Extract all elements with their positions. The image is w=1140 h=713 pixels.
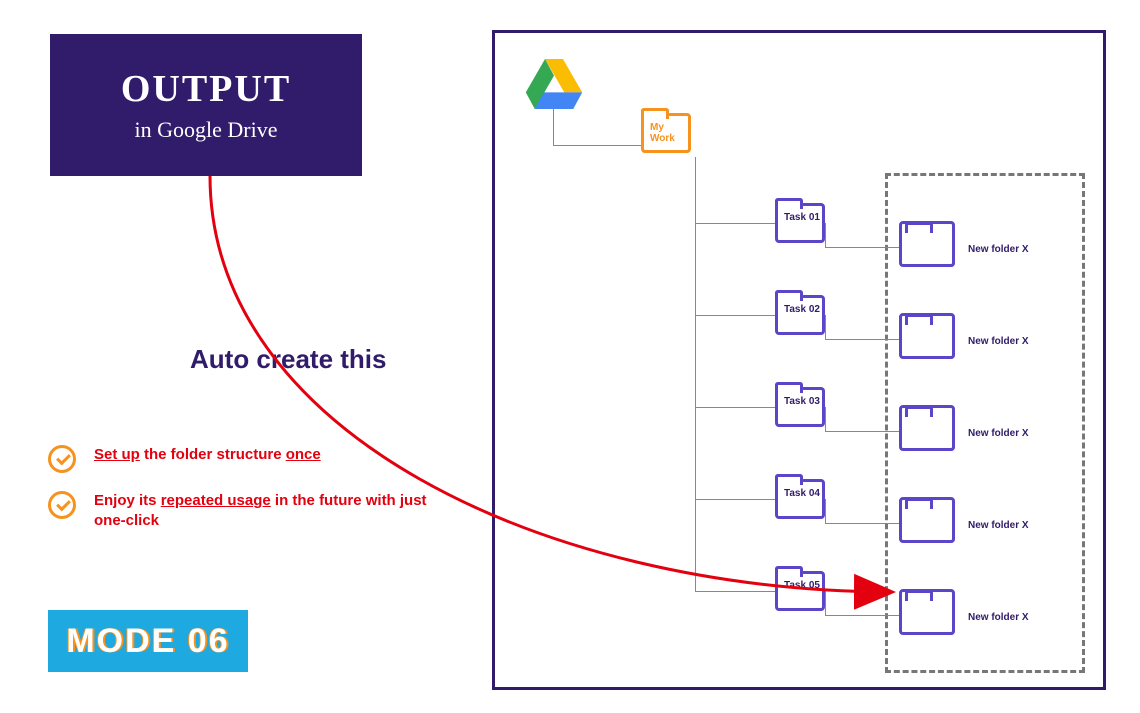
- google-drive-icon: [525, 59, 583, 109]
- new-folder: New folder X: [905, 503, 955, 543]
- task-folder-label: Task 04: [784, 488, 824, 499]
- connector-line: [825, 499, 826, 523]
- connector-line: [695, 499, 775, 500]
- output-subtitle: in Google Drive: [135, 117, 278, 143]
- new-folder-label: New folder X: [968, 244, 1058, 255]
- connector-line: [695, 223, 775, 224]
- check-icon: [48, 491, 76, 519]
- task-folder-label: Task 02: [784, 304, 824, 315]
- connector-line: [825, 615, 905, 616]
- diagram-panel: My Work Task 01 New folder X Task 02 New…: [492, 30, 1106, 690]
- task-folder: Task 01: [775, 203, 825, 243]
- output-title: OUTPUT: [121, 67, 291, 111]
- root-folder: My Work: [641, 113, 691, 153]
- connector-line: [825, 315, 826, 339]
- connector-line: [553, 109, 554, 145]
- connector-line: [825, 247, 905, 248]
- connector-line: [695, 315, 775, 316]
- new-folder: New folder X: [905, 319, 955, 359]
- connector-line: [825, 339, 905, 340]
- output-heading-box: OUTPUT in Google Drive: [50, 34, 362, 176]
- new-folder-label: New folder X: [968, 520, 1058, 531]
- task-folder: Task 02: [775, 295, 825, 335]
- mode-badge: MODE 06: [48, 610, 248, 672]
- bullet-text: Set up the folder structure once: [94, 445, 321, 465]
- bullet-item: Enjoy its repeated usage in the future w…: [48, 491, 458, 532]
- mode-badge-label: MODE 06: [66, 622, 229, 661]
- new-folder: New folder X: [905, 595, 955, 635]
- task-folder: Task 05: [775, 571, 825, 611]
- new-folder-label: New folder X: [968, 612, 1058, 623]
- bullet-item: Set up the folder structure once: [48, 445, 458, 473]
- auto-create-label: Auto create this: [190, 344, 387, 375]
- task-folder-label: Task 03: [784, 396, 824, 407]
- connector-line: [695, 407, 775, 408]
- connector-line: [825, 223, 826, 247]
- task-folder-label: Task 01: [784, 212, 824, 223]
- bullet-list: Set up the folder structure once Enjoy i…: [48, 445, 458, 550]
- bullet-text: Enjoy its repeated usage in the future w…: [94, 491, 434, 532]
- task-folder-label: Task 05: [784, 580, 824, 591]
- connector-line: [825, 523, 905, 524]
- new-folder: New folder X: [905, 411, 955, 451]
- root-folder-label: My Work: [650, 122, 690, 144]
- task-folder: Task 03: [775, 387, 825, 427]
- connector-line: [695, 591, 775, 592]
- connector-line: [825, 407, 826, 431]
- new-folder-label: New folder X: [968, 336, 1058, 347]
- new-folder: New folder X: [905, 227, 955, 267]
- new-folder-label: New folder X: [968, 428, 1058, 439]
- check-icon: [48, 445, 76, 473]
- connector-line: [825, 431, 905, 432]
- connector-line: [553, 145, 641, 146]
- connector-line: [825, 591, 826, 615]
- task-folder: Task 04: [775, 479, 825, 519]
